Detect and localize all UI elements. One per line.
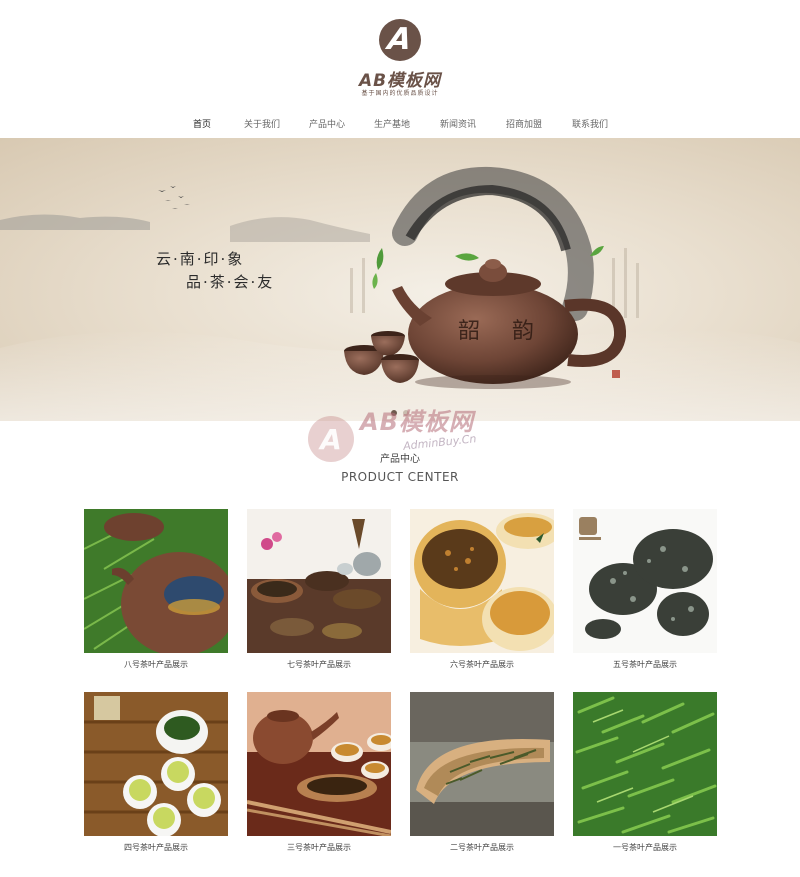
section-title-cn: 产品中心 bbox=[380, 454, 420, 465]
product-caption[interactable]: 六号茶叶产品展示 bbox=[410, 659, 554, 670]
product-section-heading: 产品中心 PRODUCT CENTER bbox=[0, 450, 800, 484]
product-image[interactable] bbox=[247, 509, 391, 653]
slider-pagination bbox=[388, 401, 412, 420]
product-caption[interactable]: 七号茶叶产品展示 bbox=[247, 659, 391, 670]
teapot-char-1: 韶 bbox=[458, 319, 480, 344]
logo-slogan: 基于国内的优质品质设计 bbox=[361, 90, 439, 97]
banner-artwork: 韶 韵 bbox=[0, 166, 800, 421]
slider-dot-1[interactable] bbox=[391, 410, 397, 416]
nav-item-contact[interactable]: 联系我们 bbox=[572, 117, 608, 130]
product-card[interactable]: 四号茶叶产品展示 bbox=[84, 692, 228, 853]
product-caption[interactable]: 四号茶叶产品展示 bbox=[84, 842, 228, 853]
teapot-char-2: 韵 bbox=[512, 319, 534, 344]
product-image[interactable] bbox=[573, 692, 717, 836]
product-image[interactable] bbox=[84, 509, 228, 653]
product-card[interactable]: 八号茶叶产品展示 bbox=[84, 509, 228, 670]
nav-item-products[interactable]: 产品中心 bbox=[309, 117, 345, 130]
product-caption[interactable]: 八号茶叶产品展示 bbox=[84, 659, 228, 670]
slider-dot-2[interactable] bbox=[403, 410, 409, 416]
nav-item-home[interactable]: 首页 bbox=[193, 117, 211, 130]
nav-item-production-base[interactable]: 生产基地 bbox=[374, 117, 410, 130]
product-card[interactable]: 一号茶叶产品展示 bbox=[573, 692, 717, 853]
product-image[interactable] bbox=[410, 509, 554, 653]
banner-tagline-2: 品·茶·会·友 bbox=[186, 273, 275, 291]
section-title-en: PRODUCT CENTER bbox=[341, 470, 459, 484]
main-nav: 首页 关于我们 产品中心 生产基地 新闻资讯 招商加盟 联系我们 bbox=[0, 114, 800, 134]
product-card[interactable]: 五号茶叶产品展示 bbox=[573, 509, 717, 670]
nav-item-news[interactable]: 新闻资讯 bbox=[440, 117, 476, 130]
product-card[interactable]: 三号茶叶产品展示 bbox=[247, 692, 391, 853]
nav-item-franchise[interactable]: 招商加盟 bbox=[506, 117, 542, 130]
logo-icon[interactable]: A bbox=[379, 19, 421, 61]
product-caption[interactable]: 二号茶叶产品展示 bbox=[410, 842, 554, 853]
hero-banner[interactable]: 韶 韵 云·南·印·象 品·茶·会·友 bbox=[0, 138, 800, 421]
product-card[interactable]: 二号茶叶产品展示 bbox=[410, 692, 554, 853]
product-image[interactable] bbox=[247, 692, 391, 836]
product-caption[interactable]: 五号茶叶产品展示 bbox=[573, 659, 717, 670]
product-card[interactable]: 六号茶叶产品展示 bbox=[410, 509, 554, 670]
product-card[interactable]: 七号茶叶产品展示 bbox=[247, 509, 391, 670]
product-image[interactable] bbox=[410, 692, 554, 836]
product-image[interactable] bbox=[84, 692, 228, 836]
logo-mark: A bbox=[386, 22, 415, 57]
product-caption[interactable]: 一号茶叶产品展示 bbox=[573, 842, 717, 853]
nav-item-about[interactable]: 关于我们 bbox=[244, 117, 280, 130]
product-caption[interactable]: 三号茶叶产品展示 bbox=[247, 842, 391, 853]
product-image[interactable] bbox=[573, 509, 717, 653]
site-header: A AB模板网 基于国内的优质品质设计 首页 关于我们 产品中心 生产基地 新闻… bbox=[0, 0, 800, 138]
banner-tagline-1: 云·南·印·象 bbox=[156, 250, 245, 268]
